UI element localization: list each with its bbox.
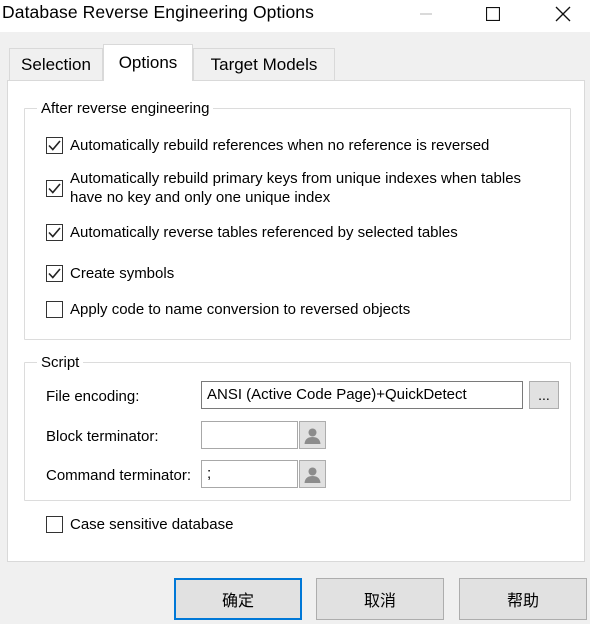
checkmark-icon <box>48 183 61 194</box>
code-to-name-checkbox[interactable] <box>46 301 63 318</box>
cancel-button[interactable]: 取消 <box>316 578 444 620</box>
tab-target-models[interactable]: Target Models <box>193 48 335 81</box>
window-title: Database Reverse Engineering Options <box>2 2 314 22</box>
rebuild-references-label: Automatically rebuild references when no… <box>70 137 490 154</box>
command-terminator-field[interactable]: ; <box>201 460 298 488</box>
rebuild-references-checkbox[interactable] <box>46 137 63 154</box>
rebuild-primary-keys-label-line2: have no key and only one unique index <box>70 189 331 206</box>
tab-options[interactable]: Options <box>103 44 193 81</box>
checkmark-icon <box>48 227 61 238</box>
block-terminator-field[interactable] <box>201 421 298 449</box>
create-symbols-checkbox[interactable] <box>46 265 63 282</box>
script-legend: Script <box>37 354 84 371</box>
close-button[interactable] <box>540 0 586 28</box>
tab-selection[interactable]: Selection <box>9 48 103 81</box>
case-sensitive-label: Case sensitive database <box>70 516 234 533</box>
file-encoding-browse-button[interactable]: ... <box>529 381 559 409</box>
file-encoding-label: File encoding: <box>46 388 140 405</box>
create-symbols-label: Create symbols <box>70 265 175 282</box>
rebuild-primary-keys-label-line1: Automatically rebuild primary keys from … <box>70 170 522 187</box>
command-terminator-label: Command terminator: <box>46 467 192 484</box>
code-to-name-label: Apply code to name conversion to reverse… <box>70 301 411 318</box>
file-encoding-field[interactable]: ANSI (Active Code Page)+QuickDetect <box>201 381 523 409</box>
block-terminator-label: Block terminator: <box>46 428 159 445</box>
maximize-icon <box>486 7 500 21</box>
minimize-icon <box>420 13 432 15</box>
checkmark-icon <box>48 140 61 151</box>
help-button[interactable]: 帮助 <box>459 578 587 620</box>
block-terminator-user-button[interactable] <box>299 421 326 449</box>
user-icon <box>304 428 321 444</box>
command-terminator-user-button[interactable] <box>299 460 326 488</box>
reverse-referenced-tables-checkbox[interactable] <box>46 224 63 241</box>
reverse-referenced-tables-label: Automatically reverse tables referenced … <box>70 224 458 241</box>
title-bar: Database Reverse Engineering Options <box>0 0 590 32</box>
checkmark-icon <box>48 268 61 279</box>
maximize-button[interactable] <box>470 0 516 28</box>
case-sensitive-checkbox[interactable] <box>46 516 63 533</box>
close-icon <box>555 6 571 22</box>
after-reverse-legend: After reverse engineering <box>37 100 214 117</box>
user-icon <box>304 467 321 483</box>
ok-button[interactable]: 确定 <box>174 578 302 620</box>
rebuild-primary-keys-checkbox[interactable] <box>46 180 63 197</box>
minimize-button[interactable] <box>403 0 449 28</box>
